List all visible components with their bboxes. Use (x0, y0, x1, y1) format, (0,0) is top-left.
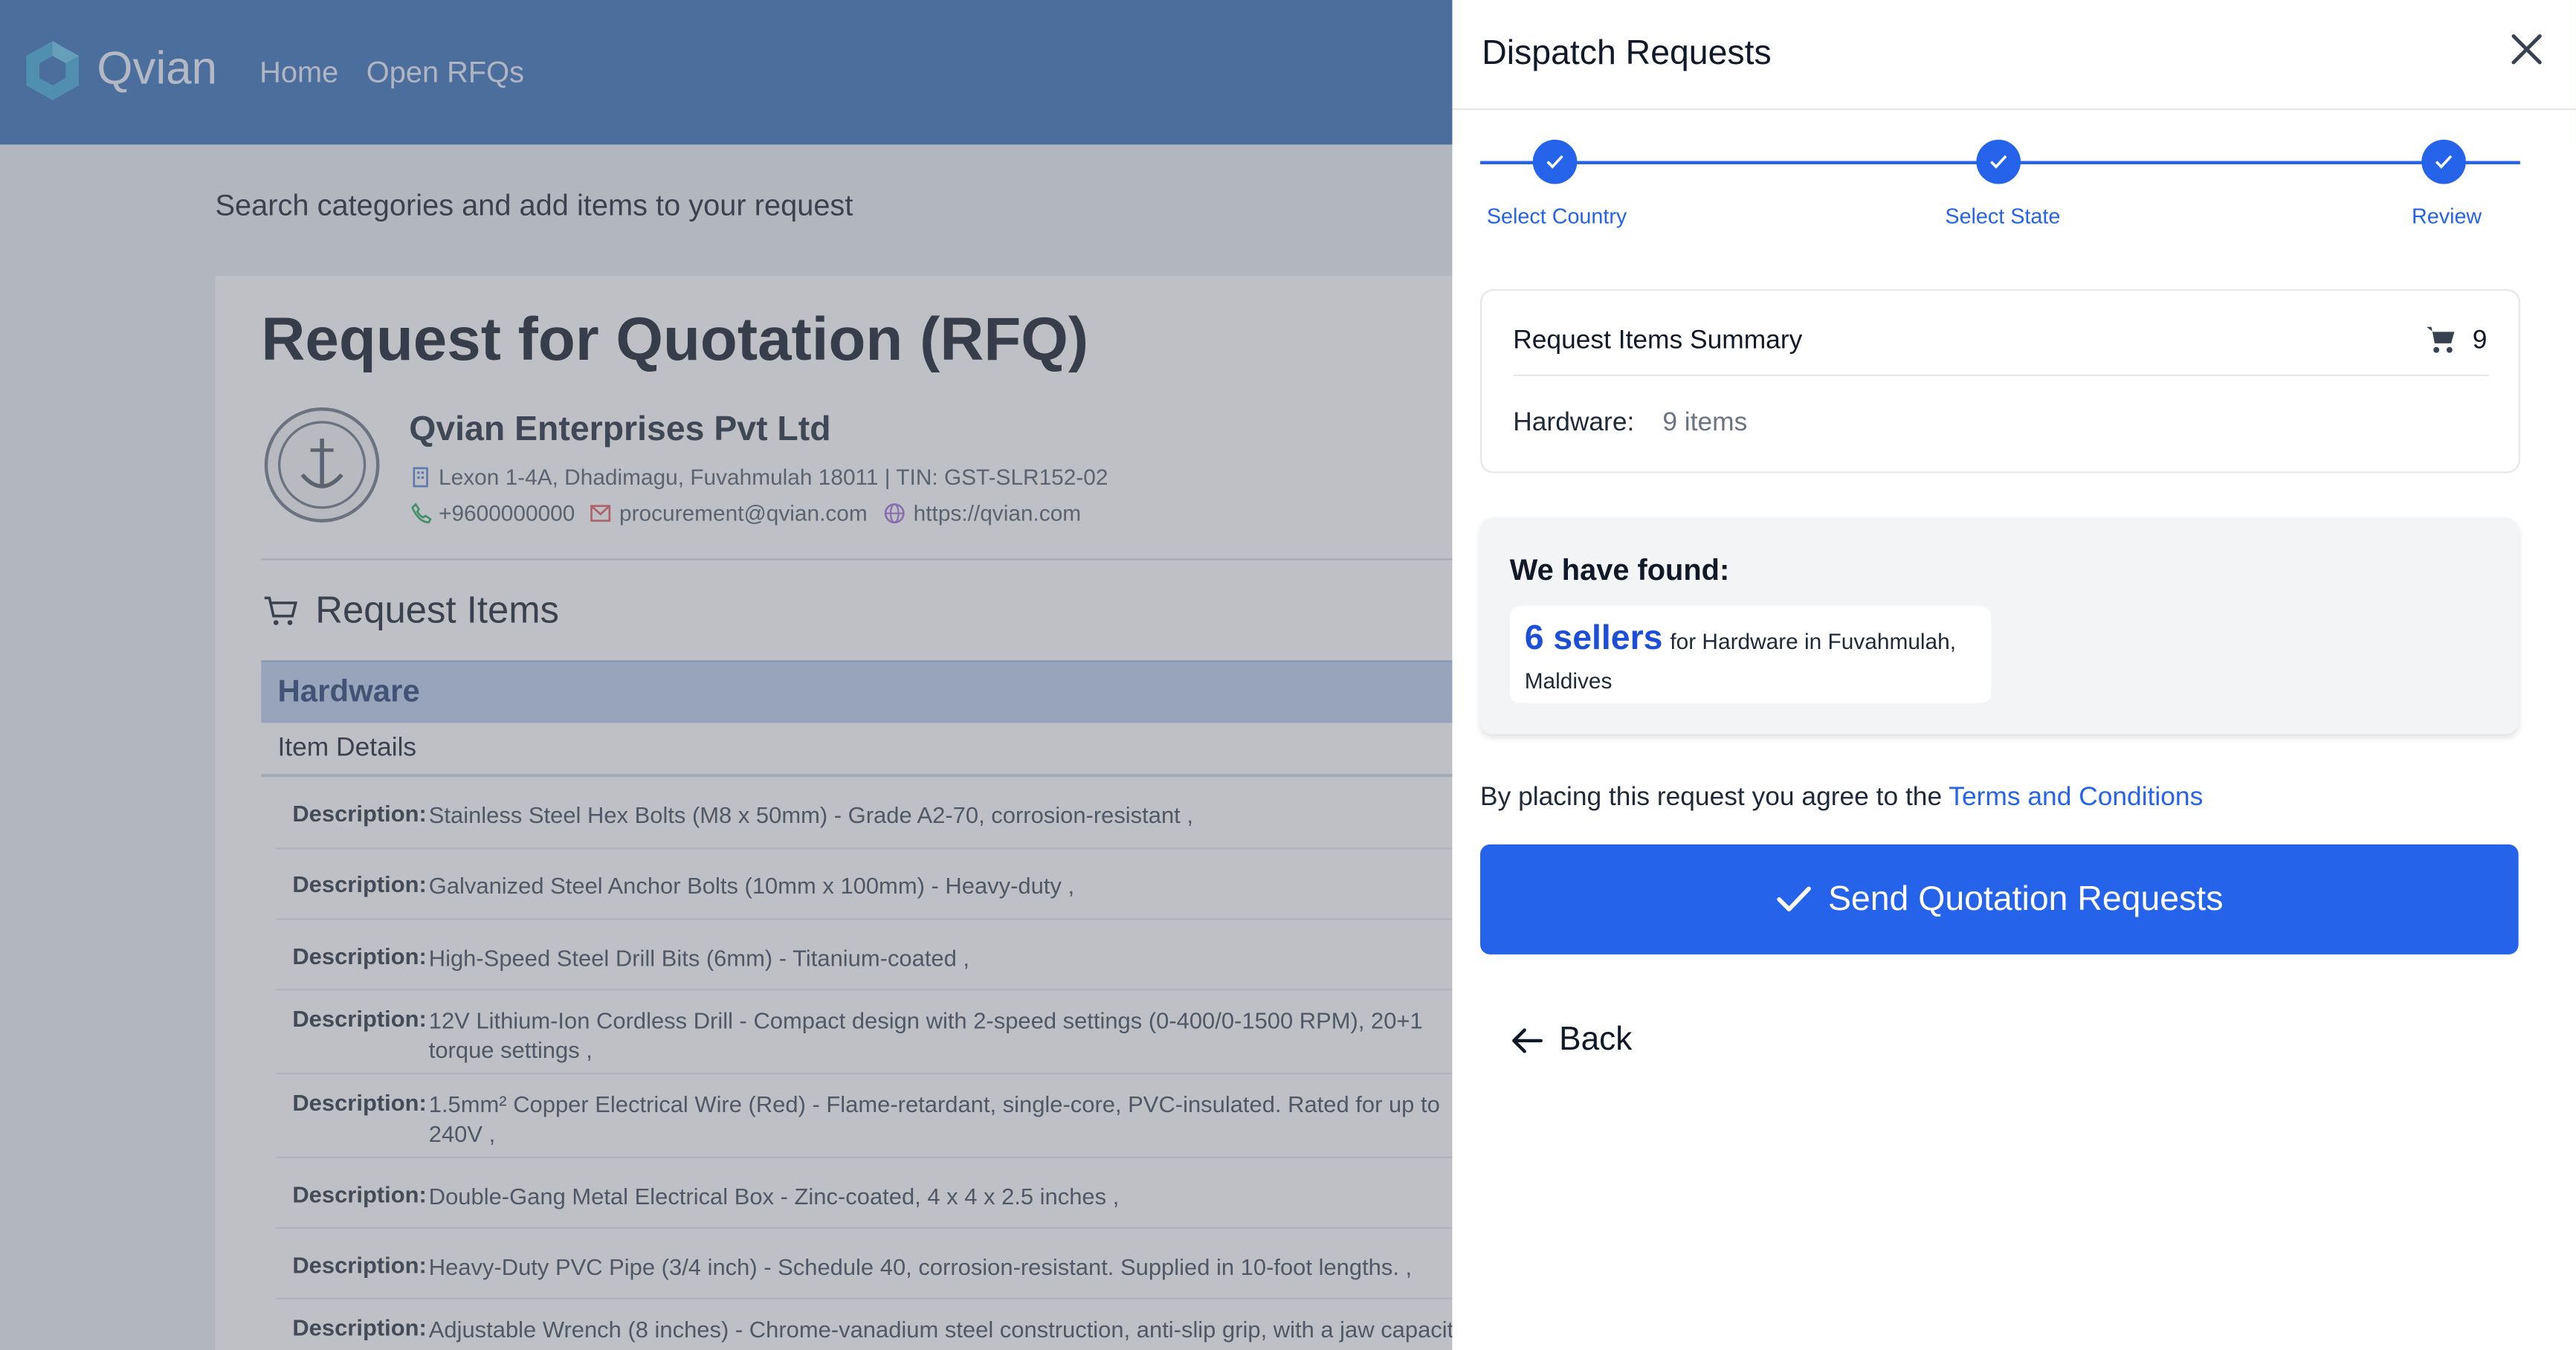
back-button[interactable]: Back (1511, 1021, 1632, 1059)
summary-item-count: 9 (2472, 326, 2488, 355)
summary-category-value: 9 items (1662, 409, 1748, 437)
terms-link[interactable]: Terms and Conditions (1949, 784, 2203, 812)
terms-agreement: By placing this request you agree to the… (1480, 784, 2203, 813)
found-description: for Hardware in Fuvahmulah, (1670, 629, 1957, 654)
drawer-header-divider (1452, 108, 2576, 111)
back-label: Back (1559, 1021, 1633, 1059)
step-review-check-icon (2421, 139, 2466, 184)
found-title: We have found: (1509, 553, 1730, 587)
close-icon[interactable] (2507, 30, 2546, 69)
found-result-box: 6 sellers for Hardware in Fuvahmulah, Ma… (1509, 606, 1992, 703)
found-result-line: 6 sellers for Hardware in Fuvahmulah, (1525, 619, 1956, 659)
dispatch-requests-drawer: Dispatch Requests Select Country Select … (1452, 0, 2576, 1350)
step-select-country[interactable]: Select Country (1487, 204, 1627, 228)
terms-agreement-text: By placing this request you agree to the (1480, 784, 1943, 812)
arrow-left-icon (1512, 1028, 1543, 1053)
sellers-count: 6 sellers (1524, 619, 1663, 657)
check-icon (1776, 886, 1811, 911)
app-stage: Qvian Home Open RFQs Search categories a… (0, 0, 2576, 1350)
summary-category-label: Hardware: (1513, 409, 1635, 437)
send-quotation-label: Send Quotation Requests (1827, 879, 2224, 918)
sellers-found-card: We have found: 6 sellers for Hardware in… (1480, 517, 2519, 734)
step-country-check-icon (1532, 139, 1578, 184)
step-review[interactable]: Review (2412, 204, 2482, 228)
summary-divider (1513, 374, 2489, 377)
summary-title: Request Items Summary (1513, 326, 1803, 355)
send-quotation-button[interactable]: Send Quotation Requests (1480, 844, 2519, 955)
step-state-check-icon (1976, 139, 2021, 184)
step-select-state[interactable]: Select State (1945, 204, 2060, 228)
modal-backdrop[interactable] (0, 0, 1453, 1350)
drawer-title: Dispatch Requests (1482, 34, 1772, 73)
request-summary-card: Request Items Summary 9 Hardware: 9 item… (1480, 288, 2520, 474)
shopping-cart-icon (2426, 326, 2455, 353)
found-location: Maldives (1524, 668, 1613, 694)
